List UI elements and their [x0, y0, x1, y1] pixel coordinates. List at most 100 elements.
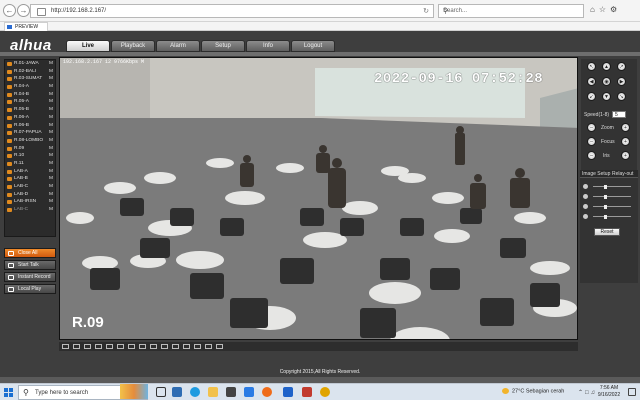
contrast-slider[interactable] [583, 194, 633, 200]
talk-icon[interactable] [161, 344, 168, 349]
snapshot-icon[interactable] [117, 344, 124, 349]
refresh-icon[interactable]: ↻ [423, 7, 429, 15]
live-video-view[interactable]: 192.168.2.167 12 9766Kbps M 2022-09-16 0… [59, 57, 578, 340]
notification-icon[interactable] [628, 388, 636, 396]
channel-item[interactable]: R.07-PAPUA M [5, 129, 55, 137]
quad-view-icon[interactable] [73, 344, 80, 349]
star-icon[interactable]: ☆ [599, 5, 610, 14]
brightness-slider[interactable] [583, 184, 633, 190]
record-icon[interactable] [128, 344, 135, 349]
channel-stream-flag[interactable]: M [49, 98, 53, 106]
menu-alarm[interactable]: Alarm [156, 40, 200, 52]
focus-near-button[interactable]: – [587, 137, 596, 146]
channel-item[interactable]: LAB-IRSN M [5, 198, 55, 206]
channel-item[interactable]: R.02-BALI M [5, 68, 55, 76]
back-button[interactable]: ← [3, 4, 16, 17]
slider-knob[interactable] [603, 205, 607, 209]
store-icon[interactable] [226, 387, 236, 397]
menu-playback[interactable]: Playback [111, 40, 155, 52]
sixteen-view-icon[interactable] [95, 344, 102, 349]
channel-stream-flag[interactable]: M [49, 152, 53, 160]
channel-item[interactable]: R.08-LOMBO M [5, 137, 55, 145]
sync-icon[interactable] [205, 344, 212, 349]
channel-stream-flag[interactable]: M [49, 168, 53, 176]
channel-item[interactable]: R.05-B M [5, 106, 55, 114]
zoom-out-button[interactable]: – [587, 123, 596, 132]
channel-item[interactable]: LAB-A M [5, 168, 55, 176]
task-view-icon[interactable] [156, 387, 166, 397]
color-icon[interactable] [183, 344, 190, 349]
firefox-icon[interactable] [262, 387, 272, 397]
channel-stream-flag[interactable]: M [49, 83, 53, 91]
app-red-icon[interactable] [302, 387, 312, 397]
menu-info[interactable]: Info [246, 40, 290, 52]
channel-item[interactable]: LAB-B M [5, 175, 55, 183]
file-explorer-icon[interactable] [208, 387, 218, 397]
info-icon[interactable] [216, 344, 223, 349]
channel-item[interactable]: R.04-A M [5, 83, 55, 91]
tab-image-setup[interactable]: Image Setup [582, 171, 610, 177]
channel-stream-flag[interactable]: M [49, 106, 53, 114]
iris-close-button[interactable]: – [587, 151, 596, 160]
channel-stream-flag[interactable]: M [49, 137, 53, 145]
channel-stream-flag[interactable]: M [49, 68, 53, 76]
channel-item[interactable]: R.06-B M [5, 122, 55, 130]
channel-stream-flag[interactable]: M [49, 91, 53, 99]
address-bar[interactable]: http://192.168.2.167/ ↻ [30, 4, 434, 18]
taskbar-clock[interactable]: 7:56 AM 9/16/2022 [596, 385, 622, 399]
windows-start-button[interactable] [4, 388, 13, 397]
slider-knob[interactable] [603, 195, 607, 199]
ptz-icon[interactable] [172, 344, 179, 349]
speed-select[interactable]: 5 [612, 111, 626, 118]
channel-item[interactable]: R.11 M [5, 160, 55, 168]
local-play-button[interactable]: Local Play [4, 284, 56, 294]
tab-relay-out[interactable]: Relay-out [612, 171, 633, 177]
channel-stream-flag[interactable]: M [49, 175, 53, 183]
fullscreen-icon[interactable] [106, 344, 113, 349]
focus-far-button[interactable]: + [621, 137, 630, 146]
ptz-right-button[interactable]: ▶ [617, 77, 626, 86]
audio-icon[interactable] [139, 344, 146, 349]
menu-live[interactable]: Live [66, 40, 110, 52]
ptz-up-right-button[interactable]: ↗ [617, 62, 626, 71]
home-icon[interactable]: ⌂ [590, 5, 599, 14]
menu-logout[interactable]: Logout [291, 40, 335, 52]
channel-item[interactable]: R.04-B M [5, 91, 55, 99]
channel-stream-flag[interactable]: M [49, 198, 53, 206]
ptz-center-button[interactable]: ◉ [602, 77, 611, 86]
channel-stream-flag[interactable]: M [49, 60, 53, 68]
browser-tab[interactable]: PREVIEW [4, 22, 48, 31]
channel-item[interactable]: LAB-C M [5, 183, 55, 191]
channel-stream-flag[interactable]: M [49, 183, 53, 191]
ptz-down-button[interactable]: ▼ [602, 92, 611, 101]
channel-item[interactable]: R.03-SUMAT M [5, 75, 55, 83]
slider-knob[interactable] [603, 185, 607, 189]
channel-item[interactable]: LAB-C M [5, 206, 55, 214]
channel-item[interactable]: R.05-A M [5, 98, 55, 106]
widgets-icon[interactable] [172, 387, 182, 397]
layout-icon[interactable] [194, 344, 201, 349]
channel-stream-flag[interactable]: M [49, 122, 53, 130]
ptz-up-button[interactable]: ▲ [602, 62, 611, 71]
zoom-icon[interactable] [150, 344, 157, 349]
channel-item[interactable]: R.09 M [5, 145, 55, 153]
channel-item[interactable]: LAB-D M [5, 191, 55, 199]
saturation-slider[interactable] [583, 204, 633, 210]
instant-record-button[interactable]: Instant Record [4, 272, 56, 282]
system-tray[interactable]: ⌃□♫ [578, 389, 597, 396]
edge-browser-icon[interactable] [190, 387, 200, 397]
menu-setup[interactable]: Setup [201, 40, 245, 52]
iris-open-button[interactable]: + [621, 151, 630, 160]
channel-item[interactable]: R.10 M [5, 152, 55, 160]
gear-icon[interactable]: ⚙ [610, 5, 621, 14]
channel-item[interactable]: R.01-JAWA M [5, 60, 55, 68]
nine-view-icon[interactable] [84, 344, 91, 349]
hue-slider[interactable] [583, 214, 633, 220]
zoom-in-button[interactable]: + [621, 123, 630, 132]
weather-widget[interactable]: 27°C Sebagian cerah [502, 388, 564, 394]
channel-stream-flag[interactable]: M [49, 129, 53, 137]
ptz-down-right-button[interactable]: ↘ [617, 92, 626, 101]
browser-search-input[interactable]: Search... ⚲ [438, 4, 584, 18]
internet-explorer-icon[interactable] [283, 387, 293, 397]
channel-stream-flag[interactable]: M [49, 75, 53, 83]
